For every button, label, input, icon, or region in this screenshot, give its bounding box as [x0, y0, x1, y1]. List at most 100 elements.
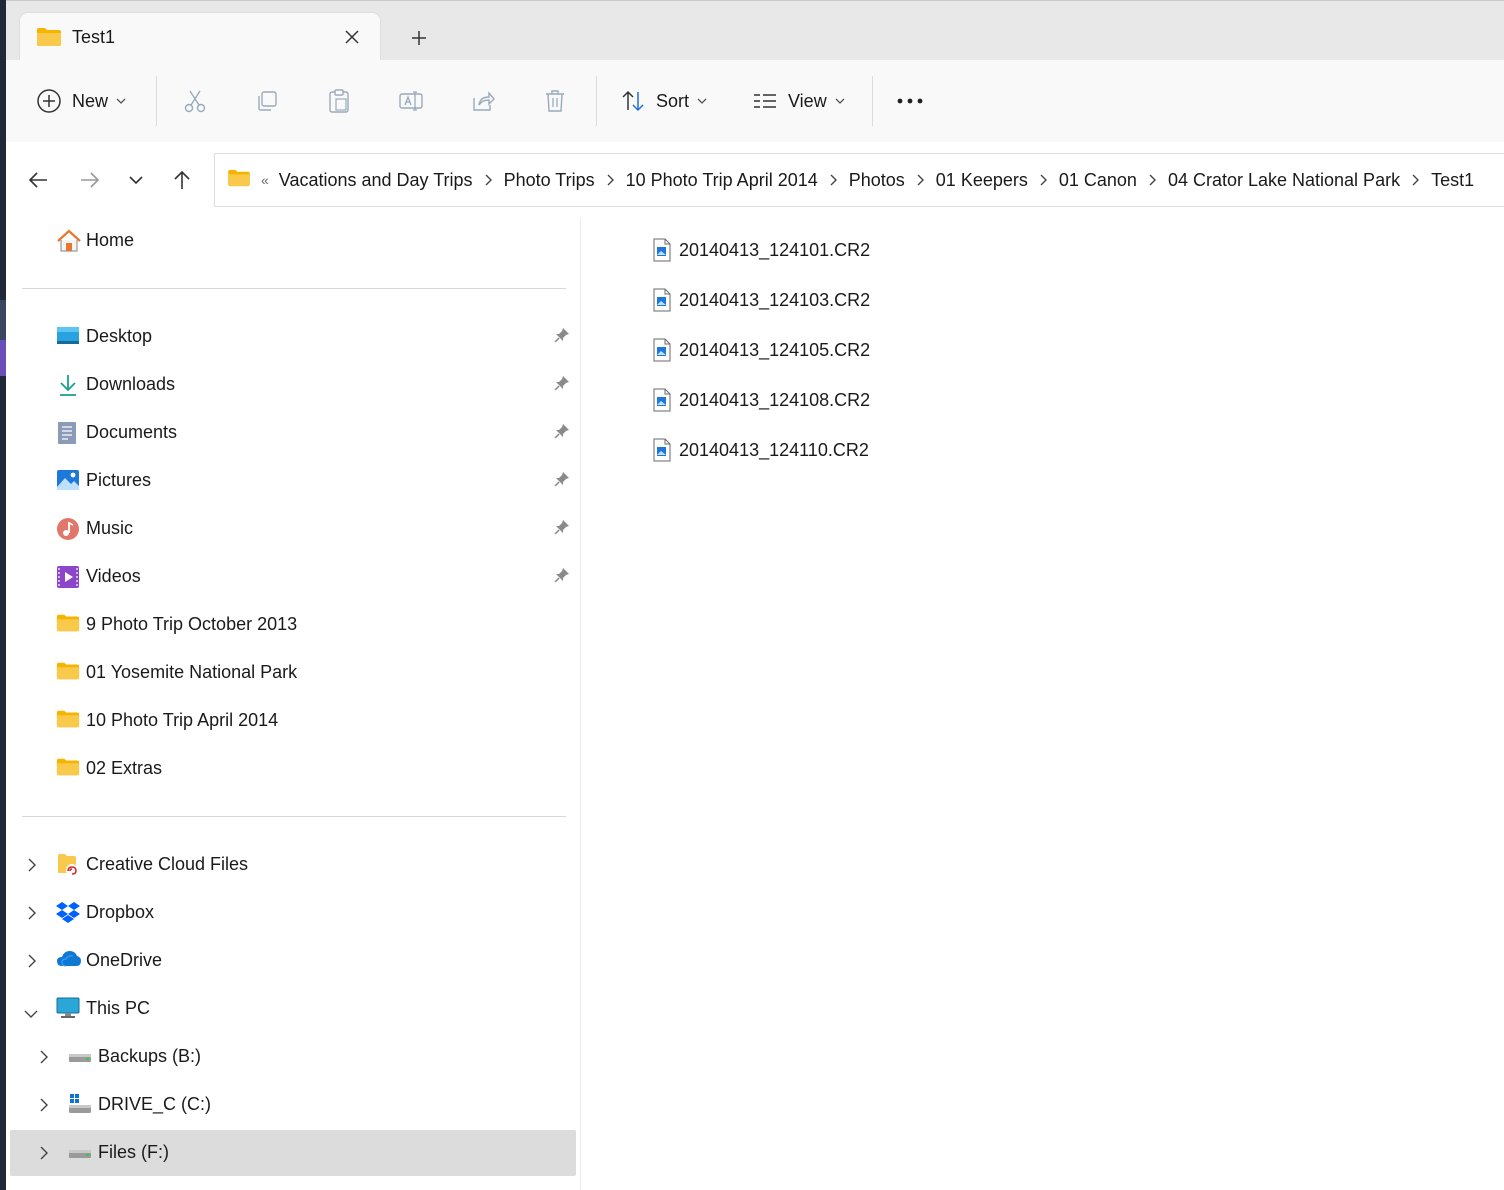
chevron-right-icon[interactable] [40, 1146, 48, 1165]
sidebar-item-documents[interactable]: Documents [6, 410, 578, 456]
sidebar-item-drive-c-c[interactable]: DRIVE_C (C:) [6, 1082, 578, 1128]
sidebar-item-onedrive[interactable]: OneDrive [6, 938, 578, 984]
add-circle-icon [37, 89, 61, 113]
chevron-right-icon[interactable] [830, 174, 837, 186]
sidebar-item-downloads[interactable]: Downloads [6, 362, 578, 408]
sidebar-item-10-photo-trip-april-2014[interactable]: 10 Photo Trip April 2014 [6, 698, 578, 744]
recent-locations-button[interactable] [118, 162, 154, 198]
trash-icon [546, 90, 564, 112]
chevron-right-icon[interactable] [28, 954, 36, 973]
sidebar-item-files-f[interactable]: Files (F:) [10, 1130, 576, 1176]
sidebar-item-label: Documents [86, 422, 178, 442]
sidebar-item-label: 02 Extras [86, 758, 163, 778]
toolbar-separator [156, 76, 157, 126]
sort-icon [622, 90, 644, 112]
delete-button[interactable] [542, 80, 568, 122]
chevron-down-icon[interactable] [24, 1005, 38, 1023]
pin-icon[interactable] [554, 471, 570, 492]
breadcrumb-item-01-canon[interactable]: 01 Canon [1059, 170, 1137, 190]
breadcrumb-item-photos[interactable]: Photos [849, 170, 905, 190]
sidebar-item-01-yosemite-national-park[interactable]: 01 Yosemite National Park [6, 650, 578, 696]
image-file-icon [653, 338, 671, 362]
rename-button[interactable] [398, 80, 424, 122]
sidebar-item-pictures[interactable]: Pictures [6, 458, 578, 504]
chevron-right-icon[interactable] [485, 174, 492, 186]
breadcrumb-item-10-photo-trip-april-2014[interactable]: 10 Photo Trip April 2014 [626, 170, 818, 190]
list-item[interactable]: 20140413_124103.CR2 [653, 285, 870, 315]
drive-icon [68, 1051, 92, 1075]
list-item[interactable]: 20140413_124101.CR2 [653, 235, 870, 265]
chevron-right-icon[interactable] [28, 858, 36, 877]
breadcrumb-item-04-crator-lake-national-park[interactable]: 04 Crator Lake National Park [1168, 170, 1400, 190]
up-button[interactable] [164, 162, 200, 198]
chevron-right-icon[interactable] [607, 174, 614, 186]
sidebar-item-label: Home [86, 230, 135, 250]
chevron-right-icon[interactable] [1412, 174, 1420, 186]
close-tab-button[interactable] [338, 23, 366, 51]
back-button[interactable] [20, 162, 56, 198]
view-list-icon [754, 94, 776, 108]
list-item[interactable]: 20140413_124108.CR2 [653, 385, 870, 415]
folder-icon [227, 169, 251, 192]
breadcrumb-item-test1[interactable]: Test1 [1431, 170, 1474, 190]
sidebar-item-label: Music [86, 518, 134, 538]
pin-icon[interactable] [554, 423, 570, 444]
breadcrumb-item-01-keepers[interactable]: 01 Keepers [936, 170, 1028, 190]
chevron-right-icon[interactable] [1149, 174, 1156, 186]
chevron-down-icon [129, 176, 143, 184]
sidebar-item-videos[interactable]: Videos [6, 554, 578, 600]
sidebar-item-dropbox[interactable]: Dropbox [6, 890, 578, 936]
chevron-right-icon[interactable] [28, 906, 36, 925]
sidebar-item-02-extras[interactable]: 02 Extras [6, 746, 578, 792]
new-tab-button[interactable] [402, 21, 436, 55]
file-explorer-window: Test1 New Sort View « Vacations and Day … [6, 0, 1504, 1190]
desktop-icon [56, 325, 80, 349]
address-bar[interactable]: « Vacations and Day Trips Photo Trips 10 P… [214, 153, 1504, 207]
file-name: 20140413_124101.CR2 [679, 239, 871, 260]
breadcrumb-overflow-icon[interactable]: « [261, 172, 269, 188]
share-button[interactable] [470, 80, 496, 122]
chevron-right-icon[interactable] [1040, 174, 1047, 186]
list-item[interactable]: 20140413_124110.CR2 [653, 435, 869, 465]
sidebar-item-label: 9 Photo Trip October 2013 [86, 614, 298, 634]
sidebar-item-this-pc[interactable]: This PC [6, 986, 578, 1032]
sidebar-item-label: Dropbox [86, 902, 155, 922]
sidebar-item-desktop[interactable]: Desktop [6, 314, 578, 360]
see-more-button[interactable] [896, 80, 924, 122]
view-button[interactable]: View [752, 80, 845, 122]
drive-icon [68, 1147, 92, 1171]
sidebar-item-home[interactable]: Home [6, 218, 578, 264]
chevron-down-icon [116, 98, 126, 104]
sidebar-item-creative-cloud-files[interactable]: Creative Cloud Files [6, 842, 578, 888]
arrow-left-icon [28, 172, 47, 188]
more-options-icon [897, 98, 923, 104]
pin-icon[interactable] [554, 375, 570, 396]
list-item[interactable]: 20140413_124105.CR2 [653, 335, 870, 365]
sort-button[interactable]: Sort [620, 80, 707, 122]
image-file-icon [653, 388, 671, 412]
chevron-right-icon[interactable] [917, 174, 924, 186]
chevron-down-icon [835, 98, 845, 104]
paste-button[interactable] [326, 80, 352, 122]
image-file-icon [653, 288, 671, 312]
pin-icon[interactable] [554, 519, 570, 540]
new-button[interactable]: New [36, 80, 126, 122]
file-name: 20140413_124108.CR2 [679, 389, 871, 410]
tab-test1[interactable]: Test1 [20, 13, 380, 61]
breadcrumb-item-photo-trips[interactable]: Photo Trips [504, 170, 595, 190]
forward-button[interactable] [72, 162, 108, 198]
folder-icon [56, 709, 80, 733]
sidebar-item-9-photo-trip-october-2013[interactable]: 9 Photo Trip October 2013 [6, 602, 578, 648]
pin-icon[interactable] [554, 327, 570, 348]
sidebar-item-music[interactable]: Music [6, 506, 578, 552]
pin-icon[interactable] [554, 567, 570, 588]
cut-button[interactable] [182, 80, 208, 122]
toolbar-separator [872, 76, 873, 126]
chevron-right-icon[interactable] [40, 1050, 48, 1069]
copy-button[interactable] [254, 80, 280, 122]
chevron-right-icon[interactable] [40, 1098, 48, 1117]
folder-icon [56, 757, 80, 781]
sidebar-item-backups-b[interactable]: Backups (B:) [6, 1034, 578, 1080]
plus-icon [412, 31, 426, 45]
breadcrumb-item-vacations-and-day-trips[interactable]: Vacations and Day Trips [279, 170, 473, 190]
